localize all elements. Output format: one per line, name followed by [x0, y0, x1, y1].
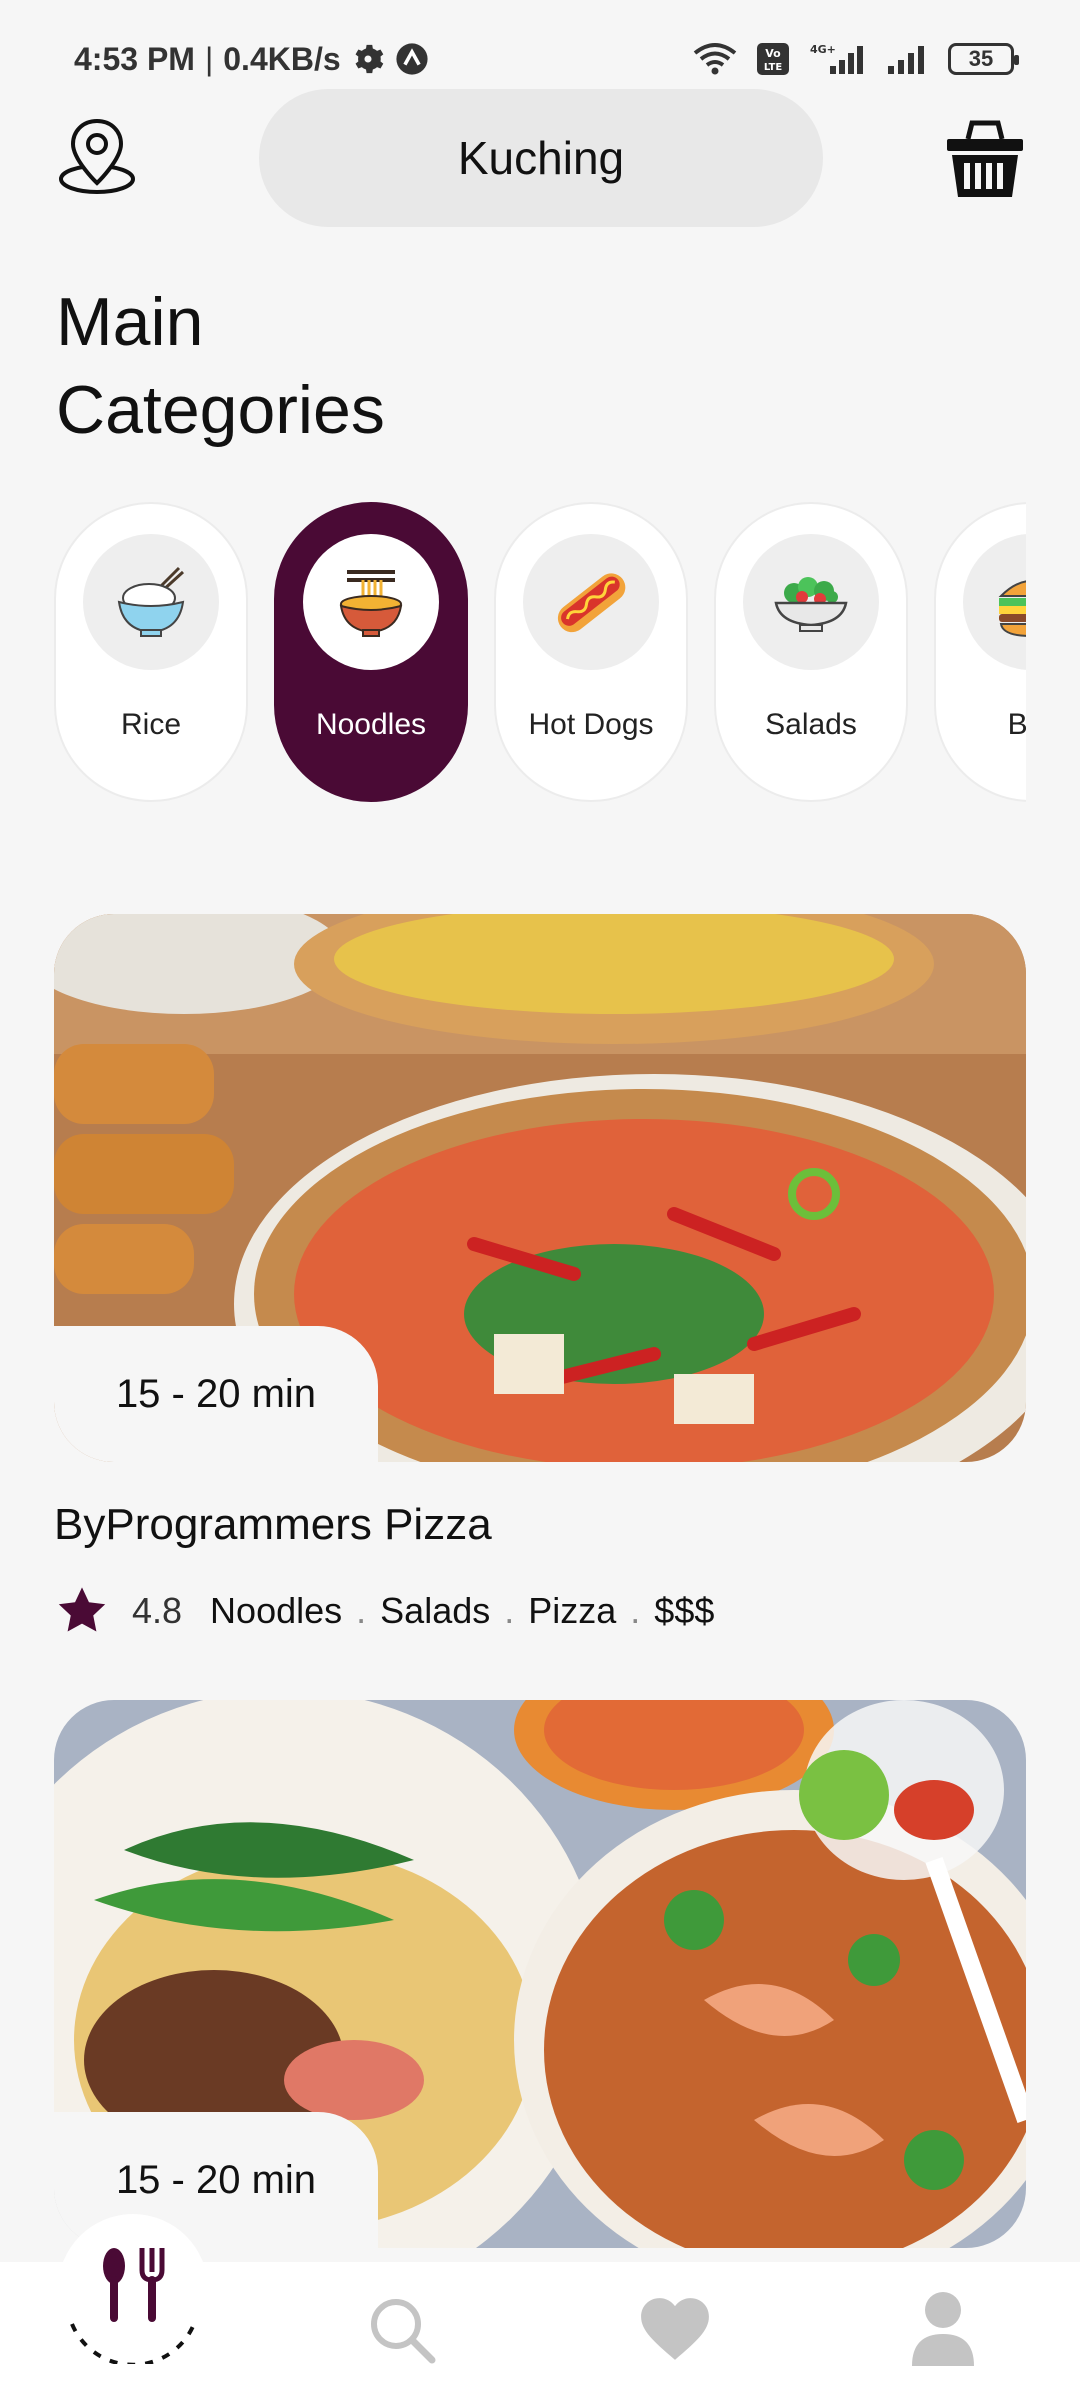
category-label: Bur [1007, 708, 1026, 741]
category-label: Salads [765, 708, 857, 741]
app-notification-icon [396, 43, 428, 75]
category-rice[interactable]: Rice [54, 502, 248, 802]
meta-separator: . [356, 1590, 367, 1631]
category-icon-circle [83, 534, 219, 670]
battery-icon: 35 [948, 43, 1019, 75]
status-speed: 0.4KB/s [223, 40, 341, 77]
restaurant-category: Noodles [210, 1590, 343, 1631]
header: Kuching [0, 88, 1080, 228]
home-icon [70, 2248, 196, 2364]
search-icon [371, 2299, 436, 2364]
category-label: Noodles [315, 708, 427, 741]
signal-icon [888, 46, 924, 74]
category-icon-circle [743, 534, 879, 670]
restaurant-category: Salads [380, 1590, 491, 1631]
salad-icon [774, 577, 848, 632]
bottom-navigation [0, 2214, 1080, 2400]
restaurant-category: Pizza [528, 1590, 617, 1631]
category-salads[interactable]: Salads [714, 502, 908, 802]
status-right: Vo LTE 4G+ 35 [692, 42, 1019, 76]
category-hot-dogs[interactable]: Hot Dogs [494, 502, 688, 802]
location-pin-icon [59, 118, 135, 194]
restaurant-card[interactable]: 15 - 20 min ByProgrammers Pizza 4.8 Nood… [54, 914, 1026, 1638]
category-label: Rice [120, 708, 181, 741]
nav-home-button[interactable] [58, 2214, 208, 2364]
delivery-time: 15 - 20 min [115, 2157, 317, 2202]
meta-separator: . [630, 1590, 641, 1631]
meta-separator: . [504, 1590, 515, 1631]
heart-icon [641, 2298, 709, 2360]
category-icon-circle [303, 534, 439, 670]
user-icon [912, 2292, 974, 2366]
title-line-2: Categories [56, 372, 385, 448]
category-label: Hot Dogs [528, 708, 654, 741]
category-icon-circle [963, 534, 1026, 670]
signal-4g-icon: 4G+ [810, 43, 863, 74]
status-time: 4:53 PM [74, 40, 195, 77]
category-list[interactable]: Rice Noodles Hot Dogs Salads B [54, 502, 1026, 804]
svg-text:Vo: Vo [765, 47, 781, 60]
burger-icon [998, 580, 1026, 637]
location-button[interactable] [54, 115, 140, 201]
restaurant-price: $$$ [654, 1590, 715, 1631]
delivery-time: 15 - 20 min [115, 1371, 317, 1416]
location-label: Kuching [457, 132, 625, 184]
nav-favorites-button[interactable] [638, 2294, 712, 2364]
rice-bowl-icon [117, 566, 185, 637]
restaurant-rating: 4.8 [132, 1590, 183, 1631]
restaurant-meta: 4.8 Noodles . Salads . Pizza . $$$ [54, 1584, 1026, 1638]
svg-text:4G+: 4G+ [810, 43, 836, 56]
battery-level: 35 [968, 46, 994, 71]
basket-icon [947, 120, 1023, 197]
delivery-time-badge: 15 - 20 min [54, 1326, 378, 1462]
noodles-icon [339, 570, 403, 637]
page-title: Main Categories [56, 278, 656, 454]
status-left: 4:53 PM | 0.4KB/s [74, 41, 429, 78]
hot-dog-icon [557, 573, 626, 633]
gear-icon [355, 44, 383, 74]
status-separator: | [204, 40, 214, 77]
restaurant-name: ByProgrammers Pizza [54, 1500, 492, 1549]
star-icon [58, 1587, 106, 1632]
restaurant-image[interactable]: 15 - 20 min [54, 914, 1026, 1462]
restaurant-card[interactable]: 15 - 20 min [54, 1700, 1026, 2248]
cart-button[interactable] [942, 115, 1028, 201]
svg-text:LTE: LTE [764, 62, 783, 73]
location-selector[interactable]: Kuching [259, 89, 823, 227]
nav-profile-button[interactable] [910, 2290, 976, 2366]
title-line-1: Main [56, 284, 204, 360]
volte-icon: Vo LTE [757, 43, 789, 75]
restaurant-image[interactable]: 15 - 20 min [54, 1700, 1026, 2248]
wifi-icon [693, 43, 737, 75]
nav-search-button[interactable] [366, 2294, 438, 2366]
category-noodles[interactable]: Noodles [274, 502, 468, 802]
category-icon-circle [523, 534, 659, 670]
category-burgers[interactable]: Bur [934, 502, 1026, 802]
